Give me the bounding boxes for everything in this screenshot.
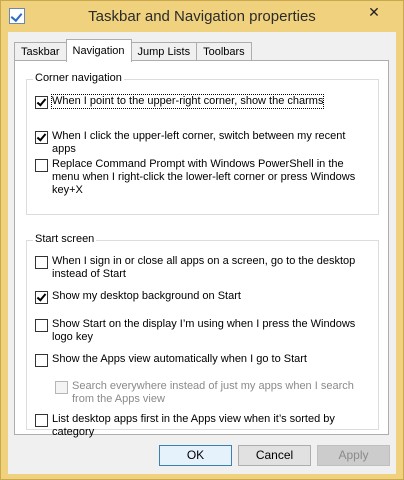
checkbox-desktop-background[interactable] [35, 291, 48, 304]
checkbox-show-start-display[interactable] [35, 319, 48, 332]
label-show-charms: When I point to the upper-right corner, … [50, 94, 325, 109]
label-go-to-desktop: When I sign in or close all apps on a sc… [52, 255, 356, 280]
group-title-corner-navigation: Corner navigation [33, 72, 124, 84]
dialog-window: Taskbar and Navigation properties ✕ Task… [0, 0, 404, 480]
tab-strip: Taskbar Navigation Jump Lists Toolbars [14, 39, 252, 62]
option-go-to-desktop[interactable]: When I sign in or close all apps on a sc… [35, 255, 365, 281]
cancel-button[interactable]: Cancel [238, 445, 311, 466]
apply-button: Apply [317, 445, 390, 466]
label-apps-view-auto: Show the Apps view automatically when I … [52, 353, 307, 365]
checkbox-go-to-desktop[interactable] [35, 256, 48, 269]
tab-toolbars[interactable]: Toolbars [196, 42, 252, 61]
start-screen-group: Start screen When I sign in or close all… [26, 233, 379, 438]
checkbox-powershell[interactable] [35, 159, 48, 172]
navigation-tab-panel: Corner navigation When I point to the up… [14, 60, 389, 438]
label-switch-recent-apps: When I click the upper-left corner, swit… [52, 130, 346, 155]
dialog-client-area: Taskbar Navigation Jump Lists Toolbars C… [8, 32, 396, 474]
corner-navigation-group: Corner navigation When I point to the up… [26, 72, 379, 215]
option-switch-recent-apps[interactable]: When I click the upper-left corner, swit… [35, 130, 365, 156]
tab-taskbar[interactable]: Taskbar [14, 42, 67, 61]
label-desktop-background: Show my desktop background on Start [52, 290, 241, 302]
label-desktop-apps-first: List desktop apps first in the Apps view… [52, 413, 335, 438]
option-show-start-display[interactable]: Show Start on the display I’m using when… [35, 318, 365, 344]
label-powershell: Replace Command Prompt with Windows Powe… [52, 158, 356, 196]
group-title-start-screen: Start screen [33, 233, 97, 245]
label-search-everywhere: Search everywhere instead of just my app… [72, 380, 354, 405]
title-bar[interactable]: Taskbar and Navigation properties ✕ [1, 1, 403, 32]
close-button[interactable]: ✕ [351, 2, 397, 22]
option-search-everywhere: Search everywhere instead of just my app… [55, 380, 365, 406]
checkbox-show-charms[interactable] [35, 96, 48, 109]
option-apps-view-auto[interactable]: Show the Apps view automatically when I … [35, 353, 365, 367]
window-title: Taskbar and Navigation properties [88, 8, 316, 25]
option-show-charms[interactable]: When I point to the upper-right corner, … [35, 94, 365, 109]
checkbox-switch-recent-apps[interactable] [35, 131, 48, 144]
checkbox-apps-view-auto[interactable] [35, 354, 48, 367]
tab-jump-lists[interactable]: Jump Lists [130, 42, 198, 61]
ok-button[interactable]: OK [159, 445, 232, 466]
checkbox-search-everywhere [55, 381, 68, 394]
checkbox-desktop-apps-first[interactable] [35, 414, 48, 427]
option-desktop-background[interactable]: Show my desktop background on Start [35, 290, 365, 304]
option-desktop-apps-first[interactable]: List desktop apps first in the Apps view… [35, 413, 365, 439]
label-show-start-display: Show Start on the display I’m using when… [52, 318, 356, 343]
tab-navigation[interactable]: Navigation [65, 39, 132, 62]
option-powershell[interactable]: Replace Command Prompt with Windows Powe… [35, 158, 365, 197]
